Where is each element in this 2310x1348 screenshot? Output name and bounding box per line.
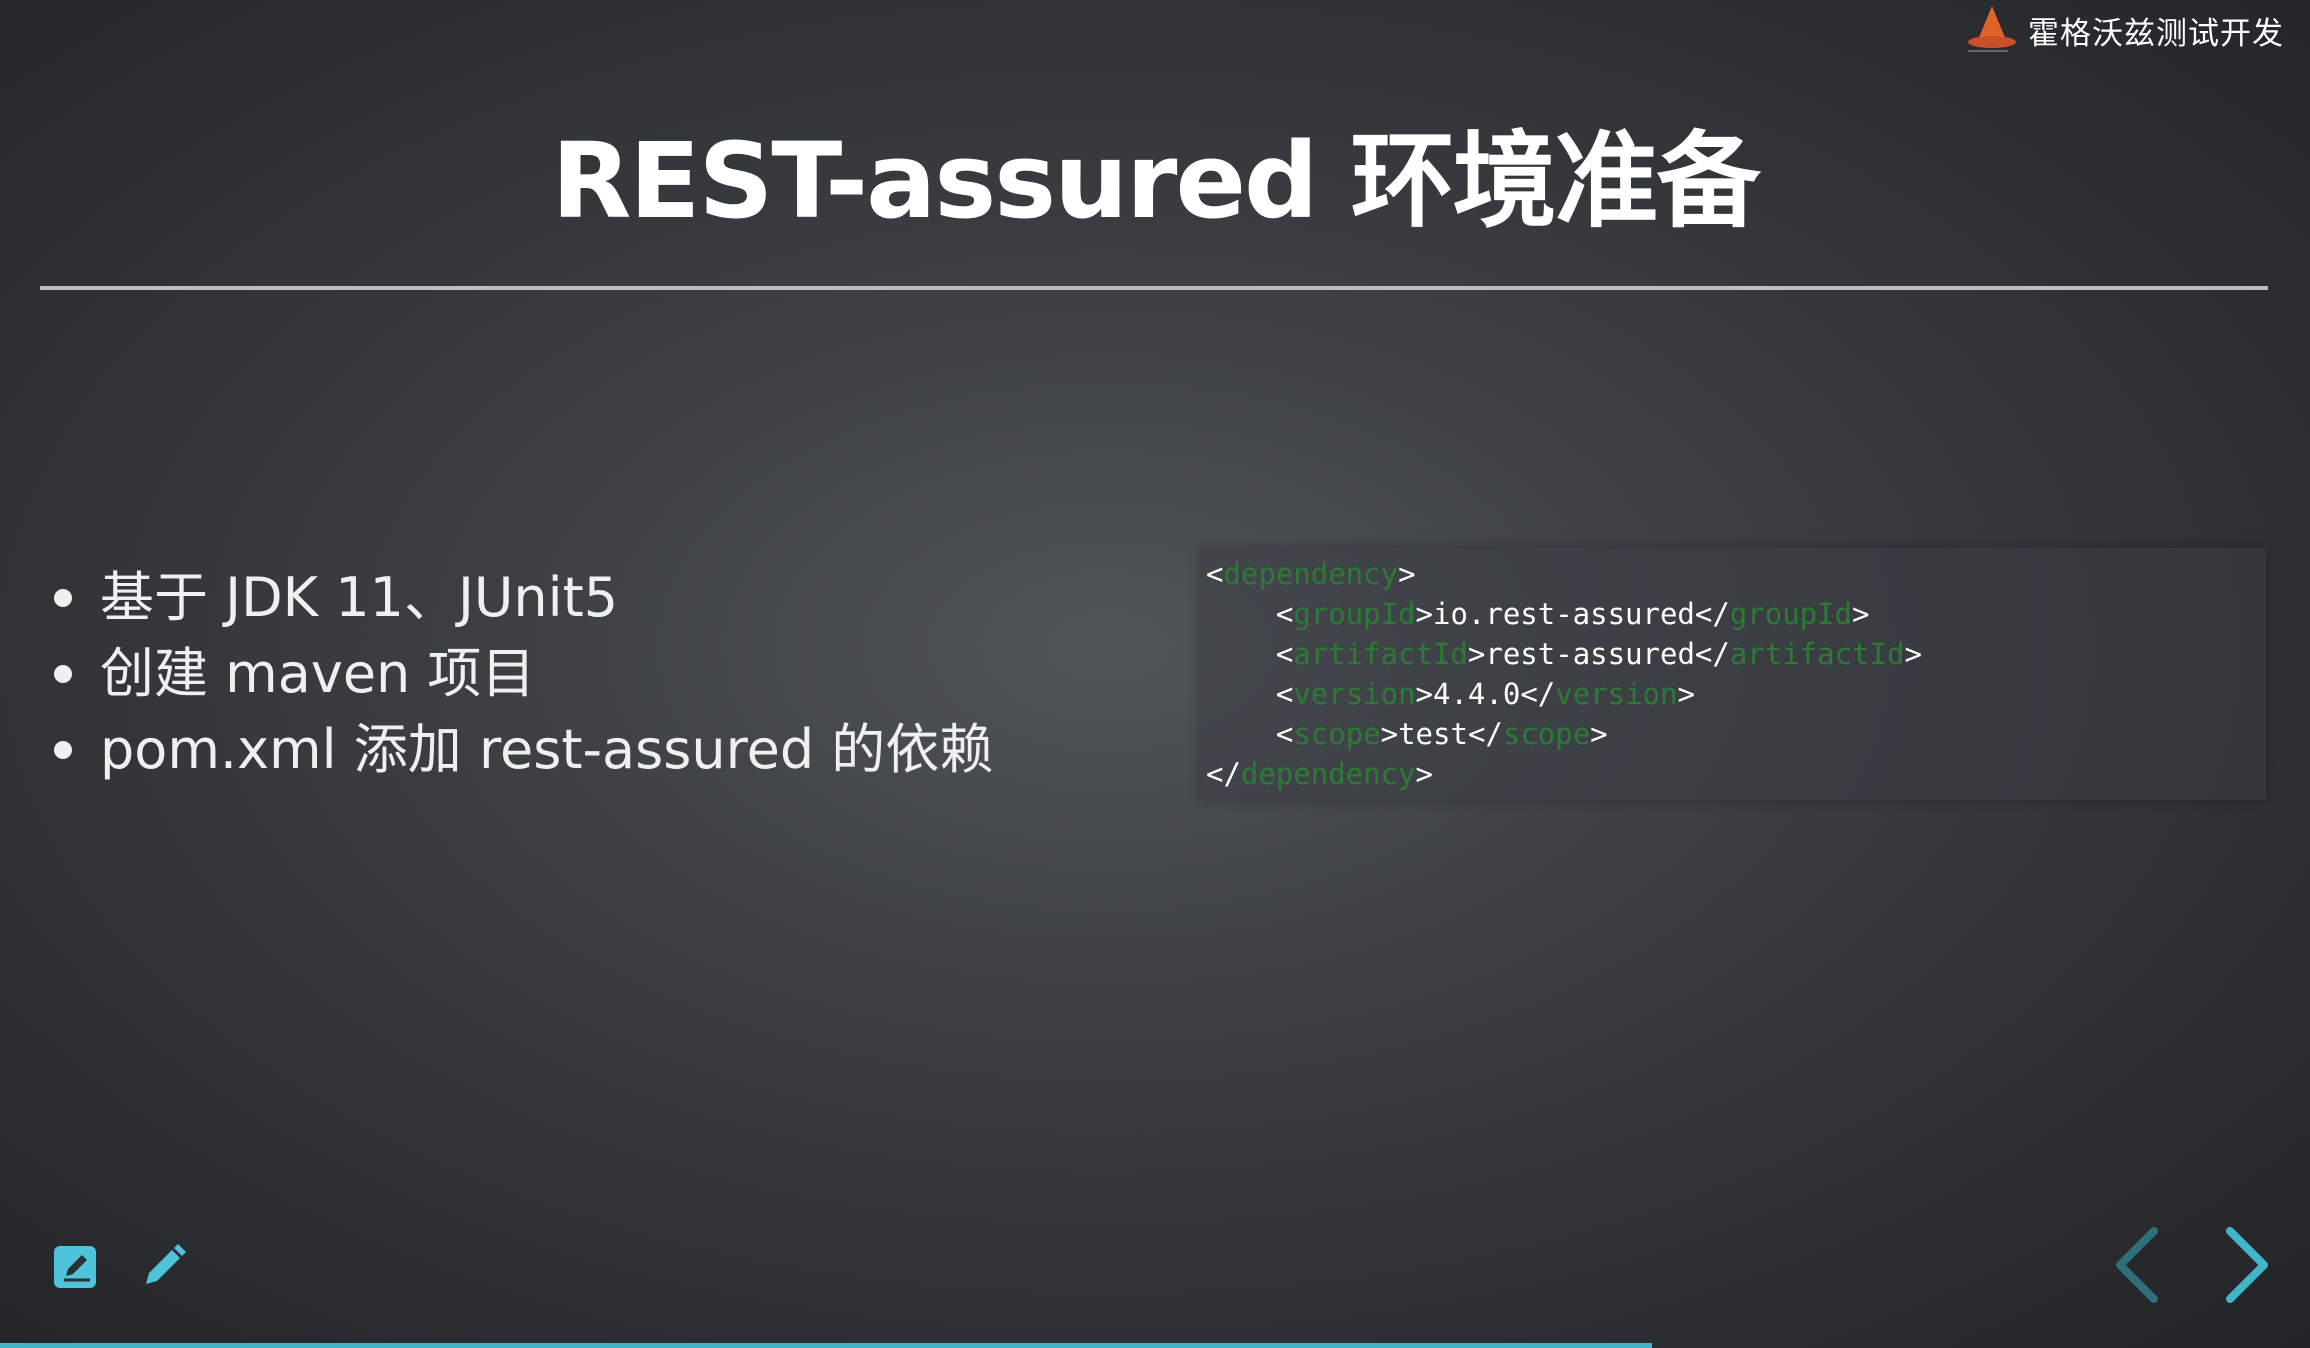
bullet-text: 创建 maven 项目 [100, 642, 536, 705]
bullet-dot [54, 665, 72, 683]
code-block: <dependency> <groupId>io.rest-assured</g… [1200, 548, 2266, 800]
slide-progress-fill [0, 1343, 1652, 1348]
bullet-dot [54, 741, 72, 759]
pencil-icon[interactable] [138, 1240, 190, 1292]
code-line: <dependency> [1206, 557, 1416, 591]
slide-toolbar [50, 1240, 190, 1292]
code-line: <scope>test</scope> [1275, 717, 1608, 751]
slide-progress-bar [0, 1343, 2310, 1348]
brand-name: 霍格沃兹测试开发 [2028, 15, 2284, 52]
bullet-list: 基于 JDK 11、JUnit5 创建 maven 项目 pom.xml 添加 … [48, 560, 1148, 788]
chevron-left-icon[interactable] [2108, 1225, 2166, 1305]
chevron-right-icon[interactable] [2218, 1225, 2276, 1305]
bullet-dot [54, 589, 72, 607]
presentation-slide: 霍格沃兹测试开发 REST-assured 环境准备 基于 JDK 11、JUn… [0, 0, 2310, 1348]
bullet-item: 创建 maven 项目 [48, 636, 1148, 712]
code-line: <version>4.4.0</version> [1275, 677, 1695, 711]
title-divider [40, 286, 2268, 290]
bullet-text: pom.xml 添加 rest-assured 的依赖 [100, 718, 994, 781]
slide-title: REST-assured 环境准备 [551, 120, 1760, 242]
bullet-item: pom.xml 添加 rest-assured 的依赖 [48, 712, 1148, 788]
code-line: <artifactId>rest-assured</artifactId> [1275, 637, 1922, 671]
bullet-item: 基于 JDK 11、JUnit5 [48, 560, 1148, 636]
code-line: <groupId>io.rest-assured</groupId> [1275, 597, 1870, 631]
brand-header: 霍格沃兹测试开发 [1962, 4, 2284, 56]
edit-square-icon[interactable] [50, 1240, 102, 1292]
wizard-hat-icon [1968, 6, 2016, 52]
code-line: </dependency> [1206, 757, 1433, 791]
bullet-text: 基于 JDK 11、JUnit5 [100, 566, 619, 629]
